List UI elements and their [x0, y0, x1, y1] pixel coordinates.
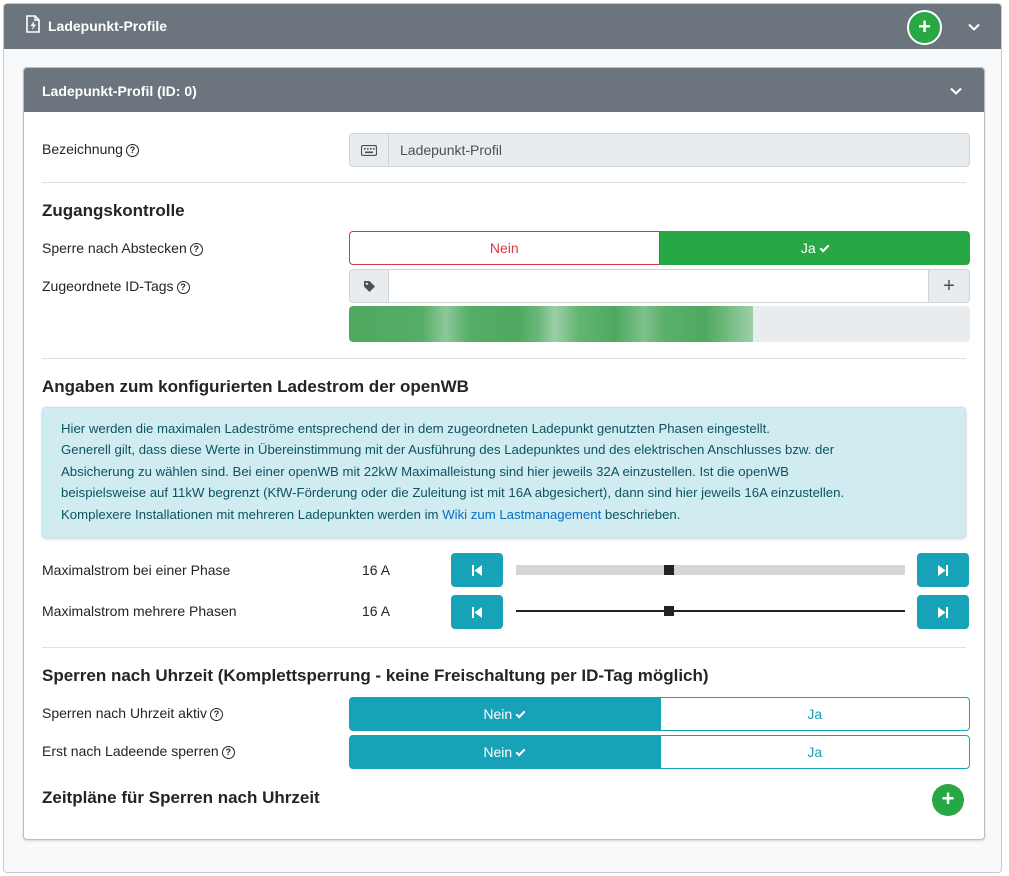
- info-alert: Hier werden die maximalen Ladeströme ent…: [42, 407, 966, 538]
- lock-after-end-yes-button[interactable]: Ja: [659, 735, 970, 769]
- plus-icon: +: [941, 786, 955, 811]
- name-input-group: Ladepunkt-Profil: [349, 133, 970, 167]
- lock-after-end-label: Erst nach Ladeende sperren?: [42, 743, 235, 759]
- lock-after-end-toggle: Nein Ja: [349, 735, 970, 769]
- single-phase-slider[interactable]: [516, 565, 905, 575]
- name-field[interactable]: Ladepunkt-Profil: [389, 133, 970, 167]
- access-section-title: Zugangskontrolle: [42, 201, 185, 220]
- add-id-tag-button[interactable]: +: [929, 269, 970, 303]
- profile-card: Ladepunkt-Profil (ID: 0) Bezeichnung? La…: [23, 67, 985, 840]
- wiki-link[interactable]: Wiki zum Lastmanagement: [442, 507, 601, 522]
- id-tags-input-group: +: [349, 269, 970, 303]
- help-icon[interactable]: ?: [125, 144, 139, 157]
- add-profile-button[interactable]: +: [907, 10, 942, 45]
- single-phase-max-button[interactable]: [917, 553, 969, 587]
- profiles-card-header[interactable]: Ladepunkt-Profile +: [4, 4, 1001, 49]
- current-section-title: Angaben zum konfigurierten Ladestrom der…: [42, 377, 469, 396]
- step-backward-icon: [472, 564, 482, 576]
- check-icon: [515, 746, 526, 757]
- divider: [42, 647, 966, 648]
- lock-yes-button[interactable]: Ja: [659, 231, 970, 265]
- step-forward-icon: [938, 606, 948, 618]
- help-icon[interactable]: ?: [221, 746, 235, 759]
- single-phase-min-button[interactable]: [451, 553, 503, 587]
- step-backward-icon: [472, 606, 482, 618]
- profiles-card: Ladepunkt-Profile + Ladepunkt-Profil (ID…: [3, 3, 1002, 873]
- timelock-section-title: Sperren nach Uhrzeit (Komplettsperrung -…: [42, 666, 709, 685]
- info-line: beispielsweise auf 11kW begrenzt (KfW-Fö…: [61, 485, 845, 501]
- chevron-down-icon[interactable]: [967, 20, 981, 34]
- single-phase-label: Maximalstrom bei einer Phase: [42, 562, 231, 578]
- multi-phase-min-button[interactable]: [451, 595, 503, 629]
- id-tags-progress-bar: [349, 306, 753, 342]
- timelock-active-label: Sperren nach Uhrzeit aktiv?: [42, 705, 223, 721]
- info-line: Absicherung zu wählen sind. Bei einer op…: [61, 463, 789, 479]
- info-line: Komplexere Installationen mit mehreren L…: [61, 506, 681, 522]
- divider: [42, 358, 966, 359]
- tag-icon: [349, 269, 389, 303]
- profile-card-title: Ladepunkt-Profil (ID: 0): [42, 83, 197, 99]
- slider-thumb[interactable]: [664, 606, 674, 616]
- chevron-down-icon[interactable]: [949, 84, 963, 98]
- keyboard-icon: [349, 133, 389, 167]
- timelock-active-no-button[interactable]: Nein: [349, 697, 660, 731]
- id-tags-progress: [349, 306, 970, 342]
- profiles-card-title: Ladepunkt-Profile: [48, 18, 168, 34]
- multi-phase-label: Maximalstrom mehrere Phasen: [42, 603, 237, 619]
- slider-thumb[interactable]: [664, 565, 674, 575]
- id-tags-label: Zugeordnete ID-Tags?: [42, 278, 190, 294]
- check-icon: [819, 242, 830, 253]
- divider: [42, 182, 966, 183]
- info-line: Generell gilt, dass diese Werte in Übere…: [61, 442, 835, 458]
- add-schedule-button[interactable]: +: [932, 784, 964, 816]
- name-label: Bezeichnung?: [42, 141, 139, 157]
- multi-phase-max-button[interactable]: [917, 595, 969, 629]
- timelock-active-yes-button[interactable]: Ja: [659, 697, 970, 731]
- lock-no-button[interactable]: Nein: [349, 231, 660, 265]
- multi-phase-value: 16 A: [362, 603, 391, 619]
- info-line: Hier werden die maximalen Ladeströme ent…: [61, 421, 770, 436]
- help-icon[interactable]: ?: [176, 281, 190, 294]
- multi-phase-slider[interactable]: [516, 606, 905, 616]
- plus-icon: +: [943, 274, 955, 297]
- lock-after-unplug-toggle: Nein Ja: [349, 231, 970, 265]
- profile-card-header[interactable]: Ladepunkt-Profil (ID: 0): [24, 68, 984, 112]
- help-icon[interactable]: ?: [189, 243, 203, 256]
- plus-icon: +: [918, 14, 931, 39]
- single-phase-value: 16 A: [362, 562, 391, 578]
- id-tags-field[interactable]: [389, 269, 929, 303]
- lock-after-unplug-label: Sperre nach Abstecken?: [42, 240, 203, 256]
- check-icon: [515, 708, 526, 719]
- file-charging-icon: [26, 15, 40, 33]
- timelock-active-toggle: Nein Ja: [349, 697, 970, 731]
- schedules-title: Zeitpläne für Sperren nach Uhrzeit: [42, 788, 320, 807]
- help-icon[interactable]: ?: [209, 708, 223, 721]
- lock-after-end-no-button[interactable]: Nein: [349, 735, 660, 769]
- step-forward-icon: [938, 564, 948, 576]
